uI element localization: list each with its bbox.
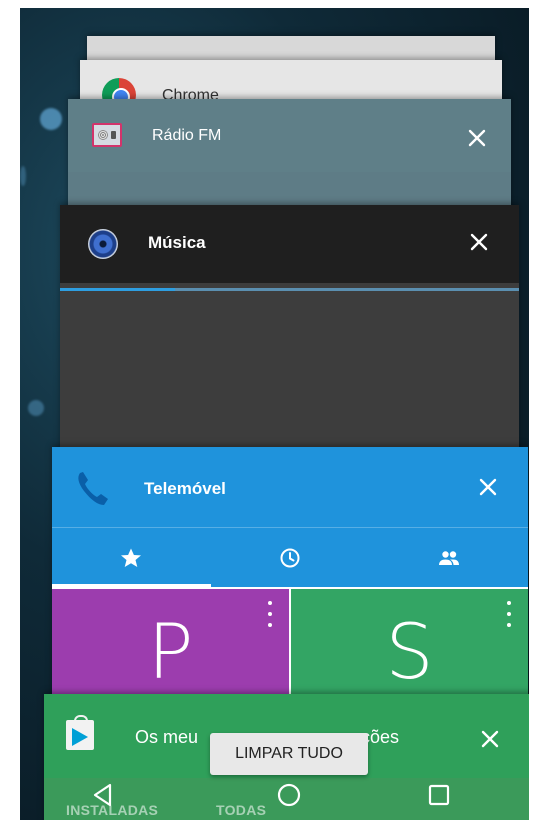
navigation-bar [20, 768, 529, 820]
tab-contacts[interactable] [369, 528, 528, 587]
clock-icon [280, 548, 300, 567]
card-title: Telemóvel [144, 479, 226, 498]
recent-card-telemovel[interactable]: Telemóvel P S [52, 447, 528, 707]
home-icon[interactable] [276, 782, 302, 808]
favorite-tiles: P S [52, 589, 528, 707]
back-icon[interactable] [90, 782, 116, 808]
playback-progress [60, 288, 519, 291]
recents-screen: Chrome Rádio FM Música Telemóvel P S Os … [20, 8, 529, 820]
phone-icon [74, 469, 114, 509]
phone-tabs [52, 527, 528, 587]
wallpaper-bokeh [40, 108, 62, 130]
card-title: Os meu [135, 727, 199, 747]
play-store-icon [66, 715, 94, 750]
card-title: Rádio FM [152, 127, 222, 144]
music-icon [88, 229, 118, 259]
contact-initial: P [147, 607, 194, 696]
wallpaper-bokeh [20, 166, 26, 186]
tab-recent[interactable] [211, 528, 370, 587]
close-icon[interactable] [467, 230, 491, 254]
star-icon [121, 548, 142, 567]
close-icon[interactable] [476, 475, 500, 499]
tab-favorites[interactable] [52, 528, 211, 587]
favorite-tile[interactable]: S [291, 589, 528, 707]
card-header [60, 205, 519, 283]
more-vert-icon[interactable] [506, 601, 512, 627]
playback-progress-fill [60, 288, 175, 291]
close-icon[interactable] [478, 727, 502, 751]
more-vert-icon[interactable] [267, 601, 273, 627]
favorite-tile[interactable]: P [52, 589, 289, 707]
close-icon[interactable] [465, 126, 489, 150]
wallpaper-bokeh [28, 400, 44, 416]
card-header [52, 447, 528, 527]
recent-card-musica[interactable]: Música [60, 205, 519, 465]
recents-icon[interactable] [426, 782, 452, 808]
people-icon [438, 550, 459, 565]
radio-icon [92, 123, 122, 147]
card-title: Música [148, 233, 206, 252]
contact-initial: S [385, 607, 434, 696]
recent-card-radio-fm[interactable]: Rádio FM [68, 99, 511, 219]
card-header [68, 99, 511, 172]
